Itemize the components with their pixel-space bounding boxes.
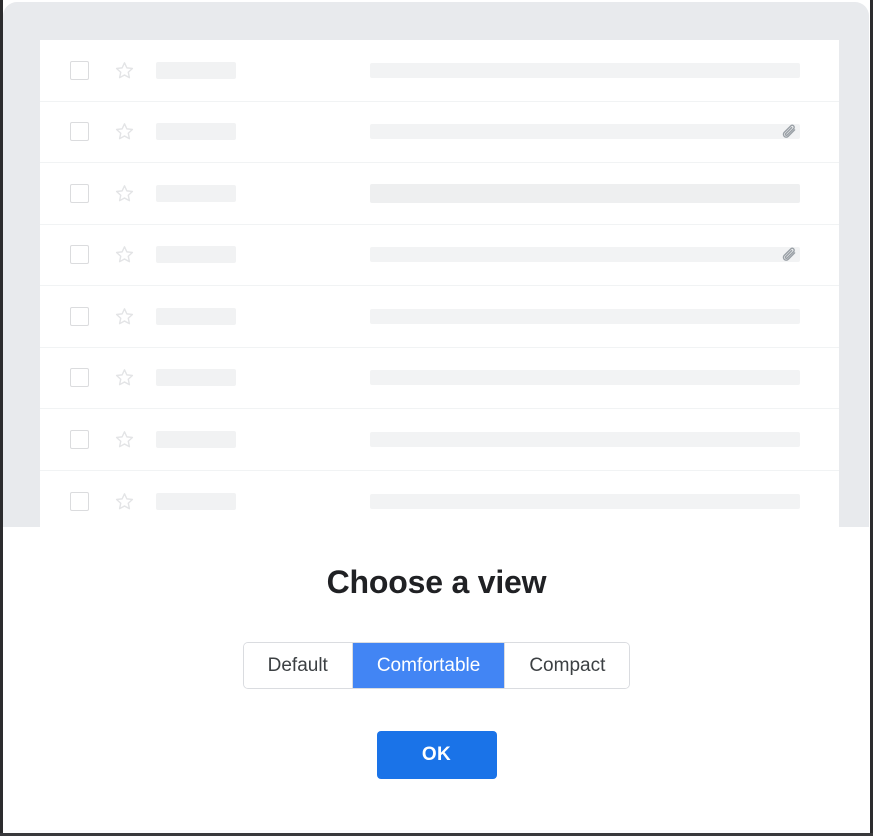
star-outline-icon[interactable] bbox=[114, 183, 135, 204]
segment-compact[interactable]: Compact bbox=[505, 643, 630, 688]
star-outline-icon[interactable] bbox=[114, 429, 135, 450]
subject-placeholder bbox=[370, 183, 800, 203]
subject-placeholder bbox=[370, 124, 800, 140]
sender-placeholder bbox=[156, 307, 236, 325]
star-outline-icon[interactable] bbox=[114, 244, 135, 265]
checkbox-unchecked-icon[interactable] bbox=[70, 60, 89, 80]
thread-row[interactable] bbox=[40, 286, 839, 348]
dialog-title: Choose a view bbox=[326, 564, 547, 600]
checkbox-unchecked-icon[interactable] bbox=[70, 245, 89, 265]
sender-placeholder bbox=[156, 61, 236, 79]
window-frame-left-edge bbox=[0, 0, 3, 836]
checkbox-unchecked-icon[interactable] bbox=[70, 122, 89, 142]
thread-row[interactable] bbox=[40, 101, 839, 163]
sender-placeholder bbox=[156, 430, 236, 448]
star-outline-icon[interactable] bbox=[114, 306, 135, 327]
sender-placeholder bbox=[156, 184, 236, 202]
thread-row[interactable] bbox=[40, 470, 839, 532]
thread-row[interactable] bbox=[40, 163, 839, 225]
subject-placeholder bbox=[370, 308, 800, 324]
sender-placeholder bbox=[156, 492, 236, 510]
checkbox-unchecked-icon[interactable] bbox=[70, 183, 89, 203]
message-list bbox=[40, 40, 839, 532]
star-outline-icon[interactable] bbox=[114, 60, 135, 81]
sender-placeholder bbox=[156, 369, 236, 387]
app-window: Choose a view Default Comfortable Compact … bbox=[0, 0, 873, 836]
ok-button[interactable]: OK bbox=[376, 731, 497, 779]
sender-placeholder bbox=[156, 246, 236, 264]
paperclip-icon bbox=[780, 122, 800, 142]
choose-view-dialog: Choose a view Default Comfortable Compact … bbox=[3, 527, 870, 830]
subject-placeholder bbox=[370, 370, 800, 386]
subject-placeholder bbox=[370, 247, 800, 263]
paperclip-icon bbox=[780, 245, 800, 265]
mail-app-backdrop bbox=[3, 2, 869, 542]
thread-row[interactable] bbox=[40, 347, 839, 409]
subject-placeholder bbox=[370, 431, 800, 447]
thread-row[interactable] bbox=[40, 40, 839, 102]
star-outline-icon[interactable] bbox=[114, 491, 135, 512]
view-density-segmented-control[interactable]: Default Comfortable Compact bbox=[242, 642, 631, 689]
segment-comfortable[interactable]: Comfortable bbox=[352, 643, 506, 688]
thread-row[interactable] bbox=[40, 224, 839, 286]
checkbox-unchecked-icon[interactable] bbox=[70, 368, 89, 388]
subject-placeholder bbox=[370, 493, 800, 509]
segment-default[interactable]: Default bbox=[243, 643, 353, 688]
subject-placeholder bbox=[370, 62, 800, 78]
sender-placeholder bbox=[156, 123, 236, 141]
star-outline-icon[interactable] bbox=[114, 367, 135, 388]
checkbox-unchecked-icon[interactable] bbox=[70, 429, 89, 449]
star-outline-icon[interactable] bbox=[114, 121, 135, 142]
thread-row[interactable] bbox=[40, 409, 839, 471]
checkbox-unchecked-icon[interactable] bbox=[70, 306, 89, 326]
checkbox-unchecked-icon[interactable] bbox=[70, 491, 89, 511]
